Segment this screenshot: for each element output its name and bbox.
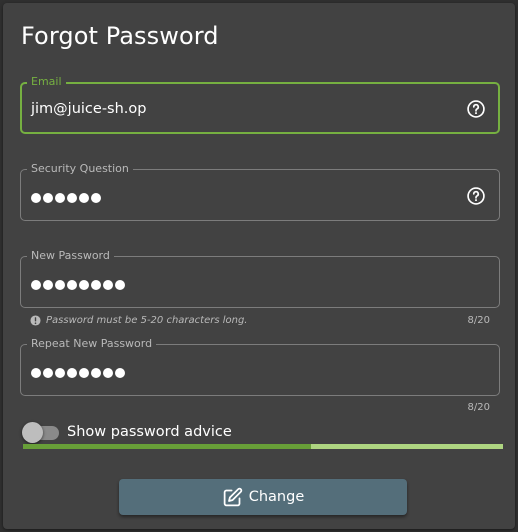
masked-char (91, 368, 101, 378)
masked-char (55, 280, 65, 290)
password-length-hint: Password must be 5-20 characters long. (46, 315, 248, 326)
password-strength-fill (23, 444, 311, 449)
new-password-counter: 8/20 (467, 315, 490, 326)
email-field[interactable]: Email jim@juice-sh.op (20, 75, 500, 134)
masked-char (79, 280, 89, 290)
masked-char (67, 368, 77, 378)
security-question-field[interactable]: Security Question (20, 162, 500, 221)
masked-char (55, 193, 65, 203)
toggle-thumb[interactable] (22, 422, 43, 443)
masked-char (67, 280, 77, 290)
repeat-password-counter: 8/20 (467, 402, 490, 413)
masked-char (43, 368, 53, 378)
edit-icon (223, 487, 242, 506)
page-title: Forgot Password (21, 22, 219, 50)
repeat-password-hint: 8/20 (30, 401, 490, 415)
security-question-label: Security Question (27, 162, 133, 176)
new-password-hint: Password must be 5-20 characters long. 8… (30, 314, 490, 328)
masked-char (91, 193, 101, 203)
masked-char (103, 280, 113, 290)
help-circle-icon[interactable] (466, 99, 486, 119)
masked-char (43, 193, 53, 203)
help-circle-icon[interactable] (466, 186, 486, 206)
masked-char (43, 280, 53, 290)
password-strength-bar (23, 444, 503, 449)
masked-char (115, 280, 125, 290)
change-button[interactable]: Change (119, 479, 407, 515)
masked-char (31, 280, 41, 290)
masked-char (79, 368, 89, 378)
masked-char (91, 280, 101, 290)
security-answer-input[interactable] (31, 193, 101, 203)
masked-char (55, 368, 65, 378)
repeat-password-field[interactable]: Repeat New Password (20, 337, 500, 396)
repeat-password-label: Repeat New Password (27, 337, 157, 351)
email-input[interactable]: jim@juice-sh.op (31, 99, 146, 119)
masked-char (67, 193, 77, 203)
new-password-label: New Password (27, 249, 114, 263)
password-advice-label[interactable]: Show password advice (67, 423, 232, 441)
repeat-password-input[interactable] (31, 368, 125, 378)
masked-char (31, 368, 41, 378)
new-password-input[interactable] (31, 280, 125, 290)
change-button-label: Change (248, 489, 305, 505)
masked-char (115, 368, 125, 378)
info-icon (30, 315, 41, 326)
masked-char (103, 368, 113, 378)
email-label: Email (27, 75, 66, 89)
new-password-field[interactable]: New Password (20, 249, 500, 308)
forgot-password-card: Forgot Password Email jim@juice-sh.op Se… (3, 3, 515, 529)
masked-char (79, 193, 89, 203)
masked-char (31, 193, 41, 203)
